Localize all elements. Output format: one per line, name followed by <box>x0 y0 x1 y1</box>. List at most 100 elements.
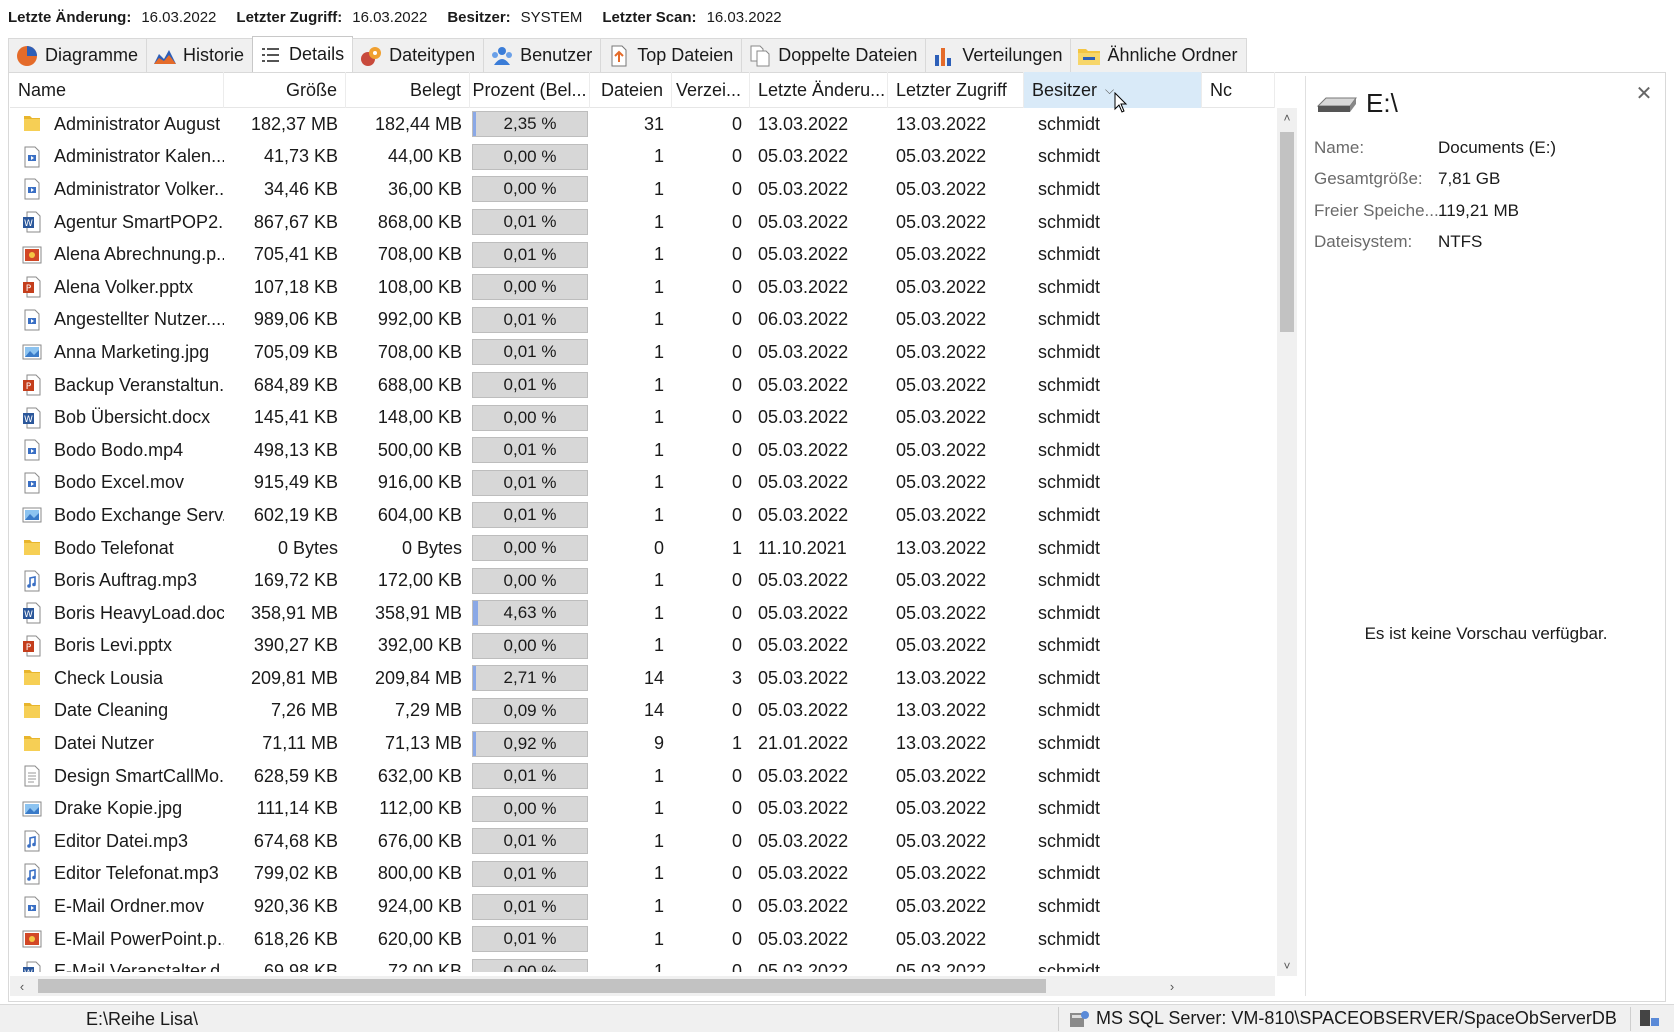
scroll-down-icon[interactable]: ˅ <box>1277 956 1297 976</box>
vertical-scroll-thumb[interactable] <box>1280 132 1294 332</box>
table-row[interactable]: Administrator Volker... 34,46 KB 36,00 KB 0… <box>10 173 1275 206</box>
table-row[interactable]: Editor Telefonat.mp3 799,02 KB 800,00 KB 0,… <box>10 857 1275 891</box>
scroll-right-icon[interactable]: › <box>1162 976 1182 996</box>
cell-size: 0 Bytes <box>277 537 338 558</box>
tab-details[interactable]: Details <box>252 36 354 72</box>
tab-historie[interactable]: Historie <box>146 38 254 72</box>
table-row[interactable]: Alena Abrechnung.p... 705,41 KB 708,00 KB 0… <box>10 238 1275 271</box>
table-row[interactable]: P Boris Levi.pptx 390,27 KB 392,00 KB 0,00 %… <box>10 629 1275 663</box>
cell-modified: 05.03.2022 <box>758 178 849 199</box>
table-row[interactable]: Drake Kopie.jpg 111,14 KB 112,00 KB 0,00 % 1… <box>10 792 1275 826</box>
cell-modified: 05.03.2022 <box>758 765 849 786</box>
cell-allocated: 0 Bytes <box>401 537 462 558</box>
tab-doppelte-dateien[interactable]: Doppelte Dateien <box>741 38 927 72</box>
cell-percent: 0,01 % <box>470 238 590 271</box>
horizontal-scroll-thumb[interactable] <box>38 979 1046 993</box>
cell-size: 209,81 MB <box>250 667 338 688</box>
cell-dirs: 0 <box>731 765 742 786</box>
status-divider <box>1630 1007 1631 1031</box>
powerpoint-file-icon: P <box>22 635 42 657</box>
table-row[interactable]: Bodo Bodo.mp4 498,13 KB 500,00 KB 0,01 % 1 0 0… <box>10 433 1275 467</box>
cell-extra <box>1202 858 1275 891</box>
cell-name: Bodo Bodo.mp4 <box>10 434 224 467</box>
scroll-left-icon[interactable]: ‹ <box>12 976 32 996</box>
percent-bar: 0,00 % <box>472 176 588 203</box>
table-row[interactable]: E-Mail Ordner.mov 920,36 KB 924,00 KB 0,01 … <box>10 890 1275 923</box>
table-row[interactable]: E-Mail PowerPoint.p... 618,26 KB 620,00 KB… <box>10 922 1275 956</box>
col-header-modified[interactable]: Letzte Änderu... <box>750 72 888 108</box>
table-row[interactable]: P Backup Veranstaltun... 684,89 KB 688,00 K… <box>10 368 1275 402</box>
tab-diagramme[interactable]: Diagramme <box>8 38 148 72</box>
distribution-icon <box>932 45 956 67</box>
cell-extra <box>1202 662 1275 695</box>
cell-dirs: 0 <box>731 309 742 330</box>
cell-modified: 05.03.2022 <box>758 341 849 362</box>
percent-bar: 2,71 % <box>472 665 588 692</box>
word-document-icon: W <box>22 407 42 429</box>
scroll-up-icon[interactable]: ˄ <box>1277 108 1297 128</box>
cell-dirs: 0 <box>731 863 742 884</box>
col-header-dirs[interactable]: Verzei... <box>672 72 750 108</box>
col-header-name[interactable]: Name <box>10 72 224 108</box>
cell-dirs: 0 <box>731 896 742 917</box>
tab-benutzer[interactable]: Benutzer <box>483 38 602 72</box>
percent-bar: 0,00 % <box>472 535 588 562</box>
table-row[interactable]: W Bob Übersicht.docx 145,41 KB 148,00 KB 0,0… <box>10 401 1275 434</box>
cell-percent: 0,00 % <box>470 141 590 174</box>
cell-owner: schmidt <box>1024 890 1202 923</box>
tab-top-dateien[interactable]: Top Dateien <box>600 38 743 72</box>
col-header-owner[interactable]: Besitzer ⌵ <box>1024 72 1202 108</box>
close-icon[interactable]: ✕ <box>1633 82 1655 105</box>
col-header-extra[interactable]: Nc <box>1202 72 1275 108</box>
cell-modified: 05.03.2022 <box>758 276 849 297</box>
mouse-pointer-icon <box>1114 92 1128 113</box>
table-row[interactable]: W Agentur SmartPOP2... 867,67 KB 868,00 KB 0… <box>10 205 1275 239</box>
cell-allocated: 358,91 MB <box>374 602 462 623</box>
cell-size: 674,68 KB <box>253 830 338 851</box>
col-header-files[interactable]: Dateien <box>590 72 672 108</box>
cell-extra <box>1202 499 1275 532</box>
table-row[interactable]: Bodo Excel.mov 915,49 KB 916,00 KB 0,01 % 1 0… <box>10 466 1275 500</box>
vertical-scrollbar[interactable]: ˄ ˅ <box>1277 108 1297 976</box>
table-row[interactable]: Datei Nutzer 71,11 MB 71,13 MB 0,92 % 9 1 21.0… <box>10 727 1275 760</box>
cell-percent: 0,01 % <box>470 369 590 402</box>
tab-verteilungen[interactable]: Verteilungen <box>925 38 1072 72</box>
cell-name: Anna Marketing.jpg <box>10 336 224 369</box>
table-row[interactable]: WE-Mail Veranstalter.d... 69,98 KB 72,00 K… <box>10 955 1275 972</box>
table-row[interactable]: Editor Datei.mp3 674,68 KB 676,00 KB 0,01 %… <box>10 825 1275 858</box>
cell-percent: 0,01 % <box>470 206 590 239</box>
cell-name: Drake Kopie.jpg <box>10 792 224 825</box>
tab-aehnliche-ordner[interactable]: Ähnliche Ordner <box>1070 38 1247 72</box>
col-header-percent[interactable]: Prozent (Bel... <box>470 72 590 108</box>
table-row[interactable]: Check Lousia 209,81 MB 209,84 MB 2,71 % 14 3 0… <box>10 662 1275 695</box>
cell-accessed: 05.03.2022 <box>896 472 987 493</box>
cell-name: W Agentur SmartPOP2... <box>10 206 224 239</box>
horizontal-scrollbar[interactable]: ‹ › <box>10 976 1275 996</box>
video-file-icon <box>22 896 42 918</box>
table-row[interactable]: P Alena Volker.pptx 107,18 KB 108,00 KB 0,00… <box>10 270 1275 304</box>
table-row[interactable]: Administrator August 182,37 MB 182,44 MB 2,… <box>10 108 1275 141</box>
table-row[interactable]: Bodo Telefonat 0 Bytes 0 Bytes 0,00 % 0 1 11.1… <box>10 531 1275 565</box>
table-row[interactable]: Angestellter Nutzer.... 989,06 KB 992,00 K… <box>10 303 1275 337</box>
status-divider <box>1058 1007 1059 1031</box>
table-row[interactable]: Anna Marketing.jpg 705,09 KB 708,00 KB 0,01… <box>10 336 1275 369</box>
table-row[interactable]: Design SmartCallMo... 628,59 KB 632,00 KB 0… <box>10 759 1275 793</box>
table-row[interactable]: Boris Auftrag.mp3 169,72 KB 172,00 KB 0,00 … <box>10 564 1275 597</box>
powerpoint-file-icon: P <box>22 276 42 298</box>
table-row[interactable]: Administrator Kalen... 41,73 KB 44,00 KB 0,… <box>10 140 1275 174</box>
table-row[interactable]: W Boris HeavyLoad.docx 358,91 MB 358,91 MB 4… <box>10 596 1275 630</box>
cell-dirs: 0 <box>731 244 742 265</box>
table-row[interactable]: Date Cleaning 7,26 MB 7,29 MB 0,09 % 14 0 05.0… <box>10 694 1275 728</box>
col-header-size[interactable]: Größe <box>224 72 346 108</box>
col-header-accessed[interactable]: Letzter Zugriff <box>888 72 1024 108</box>
cell-extra <box>1202 564 1275 597</box>
cell-allocated: 392,00 KB <box>377 635 462 656</box>
cell-name: P Backup Veranstaltun... <box>10 369 224 402</box>
col-header-allocated[interactable]: Belegt <box>346 72 470 108</box>
table-row[interactable]: Bodo Exchange Serv... 602,19 KB 604,00 KB 0… <box>10 499 1275 532</box>
cell-size: 799,02 KB <box>253 863 338 884</box>
cell-size: 989,06 KB <box>253 309 338 330</box>
cell-modified: 05.03.2022 <box>758 700 849 721</box>
cell-size: 920,36 KB <box>253 896 338 917</box>
tab-dateitypen[interactable]: Dateitypen <box>352 38 485 72</box>
